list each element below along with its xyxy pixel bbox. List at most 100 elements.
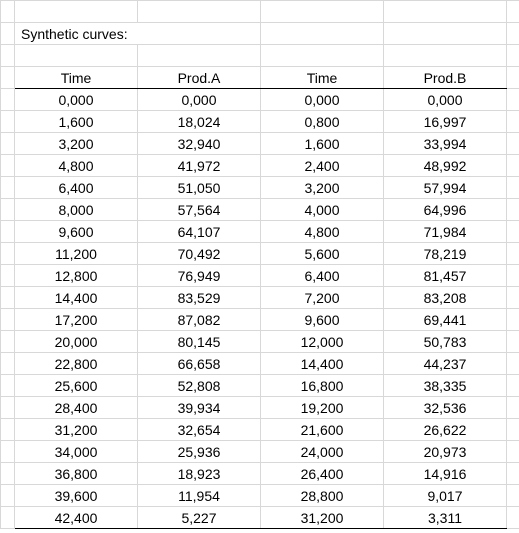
cell[interactable]: 0,000 xyxy=(15,89,138,111)
cell[interactable]: 64,107 xyxy=(138,221,261,243)
cell[interactable]: 12,000 xyxy=(261,331,384,353)
cell[interactable]: 51,050 xyxy=(138,177,261,199)
cell[interactable]: 32,654 xyxy=(138,419,261,441)
cell[interactable]: 38,335 xyxy=(384,375,507,397)
col-header-time-a[interactable]: Time xyxy=(15,67,138,89)
cell[interactable]: 83,529 xyxy=(138,287,261,309)
cell[interactable]: 18,024 xyxy=(138,111,261,133)
cell[interactable]: 14,400 xyxy=(15,287,138,309)
cell[interactable]: 57,564 xyxy=(138,199,261,221)
cell[interactable]: 28,800 xyxy=(261,485,384,507)
cell[interactable]: 71,984 xyxy=(384,221,507,243)
cell[interactable]: 31,200 xyxy=(261,507,384,529)
cell[interactable]: 87,082 xyxy=(138,309,261,331)
cell[interactable]: 1,600 xyxy=(15,111,138,133)
table-row: 14,40083,5297,20083,208 xyxy=(1,287,519,309)
cell[interactable]: 20,000 xyxy=(15,331,138,353)
cell[interactable]: 78,219 xyxy=(384,243,507,265)
cell[interactable]: 3,200 xyxy=(261,177,384,199)
col-header-time-b[interactable]: Time xyxy=(261,67,384,89)
cell[interactable]: 76,949 xyxy=(138,265,261,287)
cell[interactable]: 32,940 xyxy=(138,133,261,155)
cell[interactable]: 2,400 xyxy=(261,155,384,177)
cell[interactable]: 5,600 xyxy=(261,243,384,265)
cell[interactable]: 70,492 xyxy=(138,243,261,265)
cell[interactable]: 24,000 xyxy=(261,441,384,463)
cell[interactable]: 39,600 xyxy=(15,485,138,507)
cell[interactable]: 17,200 xyxy=(15,309,138,331)
cell[interactable]: 52,808 xyxy=(138,375,261,397)
cell[interactable]: 36,800 xyxy=(15,463,138,485)
cell[interactable]: 26,400 xyxy=(261,463,384,485)
cell[interactable]: 14,916 xyxy=(384,463,507,485)
table-row: 25,60052,80816,80038,335 xyxy=(1,375,519,397)
cell[interactable]: 69,441 xyxy=(384,309,507,331)
cell[interactable]: 19,200 xyxy=(261,397,384,419)
header-row: Time Prod.A Time Prod.B xyxy=(1,67,519,89)
cell[interactable]: 26,622 xyxy=(384,419,507,441)
table-row: 4,80041,9722,40048,992 xyxy=(1,155,519,177)
cell[interactable]: 80,145 xyxy=(138,331,261,353)
table-row: 12,80076,9496,40081,457 xyxy=(1,265,519,287)
cell[interactable]: 9,600 xyxy=(15,221,138,243)
cell[interactable]: 41,972 xyxy=(138,155,261,177)
cell[interactable]: 42,400 xyxy=(15,507,138,529)
cell[interactable]: 21,600 xyxy=(261,419,384,441)
cell[interactable]: 81,457 xyxy=(384,265,507,287)
cell[interactable]: 20,973 xyxy=(384,441,507,463)
cell[interactable]: 6,400 xyxy=(261,265,384,287)
cell[interactable]: 64,996 xyxy=(384,199,507,221)
table-row: 28,40039,93419,20032,536 xyxy=(1,397,519,419)
cell[interactable]: 0,000 xyxy=(261,89,384,111)
cell[interactable]: 9,017 xyxy=(384,485,507,507)
table-row: 0,0000,0000,0000,000 xyxy=(1,89,519,111)
cell[interactable]: 14,400 xyxy=(261,353,384,375)
cell[interactable]: 11,200 xyxy=(15,243,138,265)
cell[interactable]: 3,200 xyxy=(15,133,138,155)
cell[interactable]: 8,000 xyxy=(15,199,138,221)
cell[interactable]: 7,200 xyxy=(261,287,384,309)
cell[interactable]: 48,992 xyxy=(384,155,507,177)
cell[interactable]: 83,208 xyxy=(384,287,507,309)
spreadsheet-view: Synthetic curves: Time Prod.A Time Prod.… xyxy=(0,0,519,533)
table-row: 20,00080,14512,00050,783 xyxy=(1,331,519,353)
title-row: Synthetic curves: xyxy=(1,23,519,45)
cell[interactable]: 0,000 xyxy=(138,89,261,111)
cell[interactable]: 9,600 xyxy=(261,309,384,331)
table-row: 17,20087,0829,60069,441 xyxy=(1,309,519,331)
table-row: 36,80018,92326,40014,916 xyxy=(1,463,519,485)
col-header-prod-a[interactable]: Prod.A xyxy=(138,67,261,89)
cell[interactable]: 0,000 xyxy=(384,89,507,111)
cell[interactable]: 33,994 xyxy=(384,133,507,155)
table-row: 22,80066,65814,40044,237 xyxy=(1,353,519,375)
table-row: 11,20070,4925,60078,219 xyxy=(1,243,519,265)
cell[interactable]: 3,311 xyxy=(384,507,507,529)
cell[interactable]: 4,800 xyxy=(261,221,384,243)
cell[interactable]: 32,536 xyxy=(384,397,507,419)
cell[interactable]: 31,200 xyxy=(15,419,138,441)
cell[interactable]: 25,600 xyxy=(15,375,138,397)
cell[interactable]: 28,400 xyxy=(15,397,138,419)
cell[interactable]: 39,934 xyxy=(138,397,261,419)
cell[interactable]: 4,800 xyxy=(15,155,138,177)
title-cell[interactable]: Synthetic curves: xyxy=(15,23,261,45)
cell[interactable]: 34,000 xyxy=(15,441,138,463)
col-header-prod-b[interactable]: Prod.B xyxy=(384,67,507,89)
cell[interactable]: 66,658 xyxy=(138,353,261,375)
cell[interactable]: 16,800 xyxy=(261,375,384,397)
cell[interactable]: 4,000 xyxy=(261,199,384,221)
cell[interactable]: 50,783 xyxy=(384,331,507,353)
cell[interactable]: 5,227 xyxy=(138,507,261,529)
cell[interactable]: 25,936 xyxy=(138,441,261,463)
cell[interactable]: 57,994 xyxy=(384,177,507,199)
cell[interactable]: 0,800 xyxy=(261,111,384,133)
blank-row xyxy=(1,45,519,67)
cell[interactable]: 1,600 xyxy=(261,133,384,155)
cell[interactable]: 6,400 xyxy=(15,177,138,199)
cell[interactable]: 11,954 xyxy=(138,485,261,507)
cell[interactable]: 16,997 xyxy=(384,111,507,133)
cell[interactable]: 22,800 xyxy=(15,353,138,375)
cell[interactable]: 12,800 xyxy=(15,265,138,287)
cell[interactable]: 44,237 xyxy=(384,353,507,375)
cell[interactable]: 18,923 xyxy=(138,463,261,485)
